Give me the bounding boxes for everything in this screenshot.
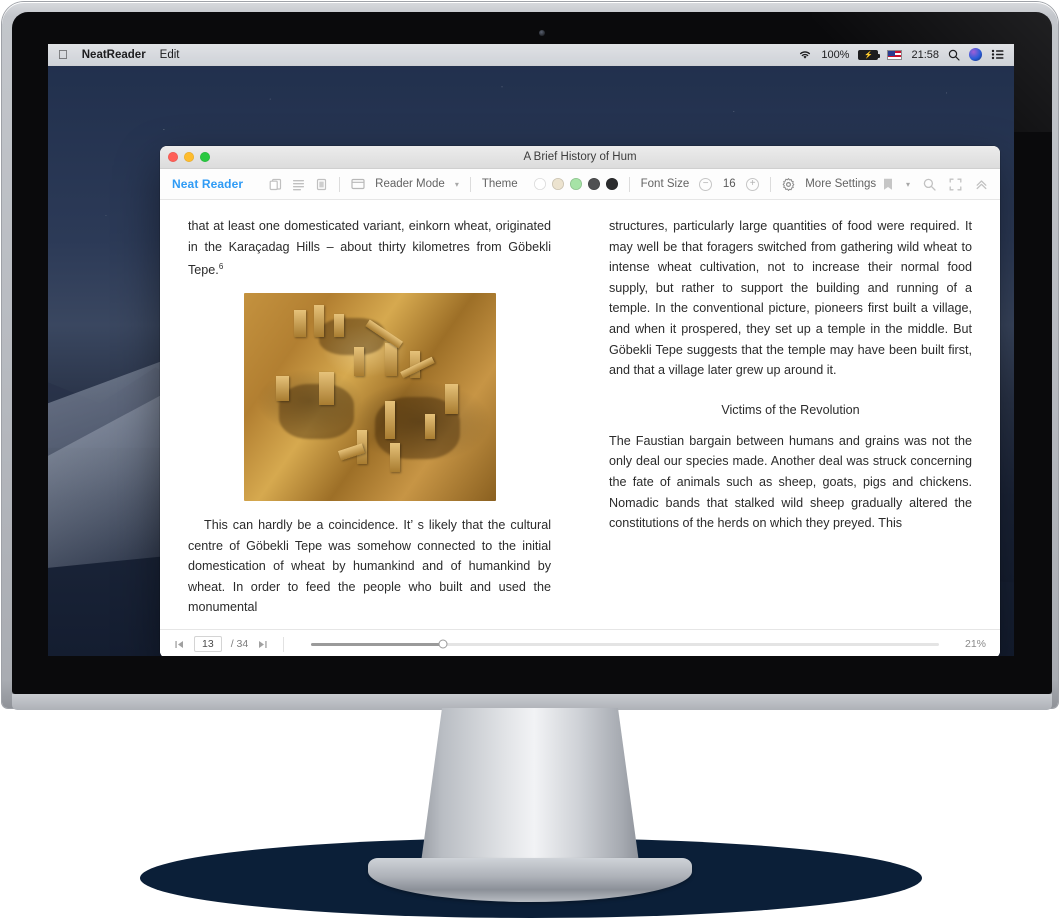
neat-reader-window: A Brief History of Hum Neat Reader Reade… (160, 146, 1000, 656)
gear-icon (782, 177, 795, 191)
menu-item-edit[interactable]: Edit (160, 49, 180, 61)
close-window-button[interactable] (168, 152, 178, 162)
search-icon[interactable] (923, 178, 936, 191)
monitor-stand-neck (420, 708, 640, 870)
monitor-chin (12, 694, 1052, 710)
theme-group: Theme (482, 178, 618, 190)
footer-divider (283, 636, 285, 652)
reading-progress-slider[interactable] (311, 639, 939, 649)
left-paragraph-continued: that at least one domesticated variant, … (188, 216, 551, 281)
window-title: A Brief History of Hum (523, 151, 637, 163)
battery-percent-label: 100% (821, 48, 850, 61)
theme-swatch-dark-gray[interactable] (587, 178, 600, 190)
toolbar-right-actions: ▾ (883, 178, 988, 191)
chevron-down-icon[interactable]: ▾ (906, 180, 910, 189)
theme-swatch-black[interactable] (605, 178, 618, 190)
control-center-icon[interactable] (991, 49, 1004, 60)
battery-icon[interactable]: ⚡ (858, 49, 881, 60)
toolbar-divider (628, 176, 630, 192)
screen:  NeatReader Edit 100% ⚡ 21:58 (48, 44, 1014, 656)
reader-mode-label: Reader Mode (375, 178, 445, 190)
menu-app-name[interactable]: NeatReader (82, 49, 146, 61)
two-page-view-icon[interactable] (269, 178, 282, 191)
chevron-down-icon: ▾ (454, 179, 459, 189)
maximize-window-button[interactable] (200, 152, 210, 162)
app-brand-logo[interactable]: Neat Reader (172, 177, 243, 191)
single-page-view-icon[interactable] (315, 178, 328, 191)
right-column: structures, particularly large quantitie… (609, 216, 972, 621)
macos-menu-bar:  NeatReader Edit 100% ⚡ 21:58 (48, 44, 1014, 66)
facetime-camera-icon (539, 30, 545, 36)
collapse-toolbar-icon[interactable] (975, 178, 988, 191)
gobekli-tepe-excavation-photo (243, 292, 496, 501)
first-page-icon[interactable] (174, 639, 185, 650)
bookmark-icon[interactable] (883, 178, 893, 191)
theme-swatch-green[interactable] (569, 178, 582, 190)
book-content: that at least one domesticated variant, … (160, 200, 1000, 629)
font-size-label: Font Size (640, 178, 690, 190)
toolbar-divider (469, 176, 471, 192)
fullscreen-icon[interactable] (949, 178, 962, 191)
right-paragraph-2: The Faustian bargain between humans and … (609, 433, 972, 531)
reader-mode-icon (351, 178, 365, 190)
reader-toolbar: Neat Reader Reader Mode ▾ Theme Font Siz… (160, 169, 1000, 200)
window-traffic-lights (168, 152, 210, 162)
theme-label: Theme (481, 178, 518, 190)
us-flag-icon[interactable] (887, 49, 903, 60)
left-paragraph-2: This can hardly be a coincidence. It’ s … (188, 517, 551, 615)
spotlight-search-icon[interactable] (948, 49, 960, 61)
left-paragraph-text: that at least one domesticated variant, … (188, 219, 551, 278)
reader-footer: 13 / 34 21% (160, 629, 1000, 656)
scroll-view-icon[interactable] (292, 178, 305, 191)
left-column: that at least one domesticated variant, … (188, 216, 551, 621)
menubar-clock[interactable]: 21:58 (911, 49, 939, 61)
footnote-marker[interactable]: 6 (219, 262, 223, 271)
last-page-icon[interactable] (257, 639, 268, 650)
apple-logo-icon[interactable]:  (58, 48, 68, 61)
imac-mockup:  NeatReader Edit 100% ⚡ 21:58 (0, 0, 1060, 924)
font-size-decrease-button[interactable]: − (699, 177, 713, 191)
reader-mode-button[interactable]: Reader Mode ▾ (351, 178, 459, 190)
total-pages-label: / 34 (230, 638, 249, 650)
more-settings-button[interactable]: More Settings (782, 177, 877, 191)
more-settings-label: More Settings (805, 178, 877, 190)
right-paragraph-continued: structures, particularly large quantitie… (609, 219, 972, 378)
siri-icon[interactable] (969, 48, 982, 61)
font-size-increase-button[interactable]: + (746, 177, 760, 191)
progress-percent-label: 21% (964, 638, 986, 650)
font-size-group: Font Size − 16 + (640, 177, 760, 191)
font-size-value: 16 (722, 178, 736, 190)
minimize-window-button[interactable] (184, 152, 194, 162)
view-mode-group (269, 178, 328, 191)
theme-swatch-sepia[interactable] (551, 178, 564, 190)
theme-swatch-white[interactable] (533, 178, 546, 190)
progress-slider-knob[interactable] (438, 639, 448, 649)
progress-fill (311, 642, 444, 646)
window-titlebar[interactable]: A Brief History of Hum (160, 146, 1000, 169)
wifi-icon[interactable] (798, 49, 812, 60)
toolbar-divider (770, 176, 772, 192)
current-page-input[interactable]: 13 (194, 636, 222, 652)
section-heading: Victims of the Revolution (721, 402, 860, 417)
theme-swatches (533, 178, 618, 190)
toolbar-divider (339, 176, 341, 192)
